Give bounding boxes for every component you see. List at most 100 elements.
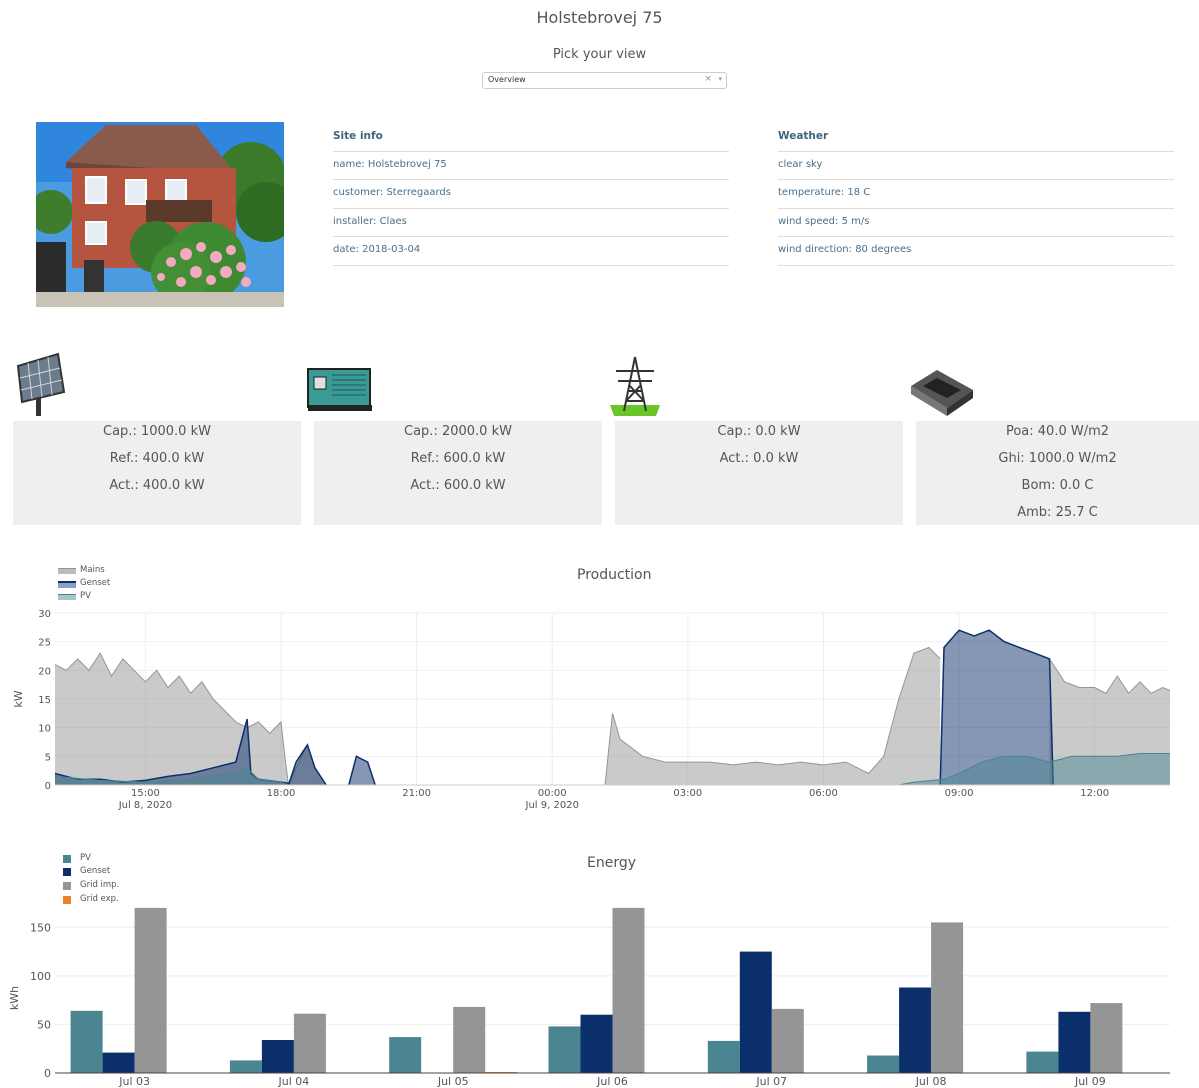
generator-icon bbox=[307, 368, 372, 411]
asset-value: Cap.: 1000.0 kW bbox=[103, 424, 211, 439]
bar-pv bbox=[707, 1040, 740, 1073]
area-genset bbox=[288, 744, 327, 785]
y-tick-label: 150 bbox=[30, 921, 51, 934]
solar-panel-icon bbox=[16, 352, 66, 416]
asset-value: Cap.: 0.0 kW bbox=[717, 424, 801, 439]
legend-swatch-pv bbox=[63, 855, 71, 863]
x-tick-label: Jul 07 bbox=[755, 1075, 787, 1088]
clear-icon[interactable]: × bbox=[704, 74, 712, 84]
bar-pv bbox=[229, 1060, 262, 1073]
legend-label-mains[interactable]: Mains bbox=[80, 565, 105, 575]
weather-table: Weather clear sky temperature: 18 C wind… bbox=[778, 123, 1174, 266]
asset-value: Ref.: 600.0 kW bbox=[410, 451, 506, 466]
x-tick-label: 03:00 bbox=[673, 788, 702, 799]
bar-genset bbox=[899, 987, 932, 1073]
asset-value: Cap.: 2000.0 kW bbox=[404, 424, 512, 439]
bar-grid-imp bbox=[1090, 1003, 1123, 1073]
legend-swatch-genset bbox=[63, 868, 71, 876]
view-picker-label: Pick your view bbox=[552, 47, 647, 62]
x-tick-label: Jul 04 bbox=[278, 1075, 310, 1088]
y-tick-label: 20 bbox=[38, 666, 51, 677]
page-title: Holstebrovej 75 bbox=[536, 8, 663, 27]
y-tick-label: 0 bbox=[45, 781, 51, 792]
y-axis-label: kWh bbox=[8, 986, 21, 1010]
production-chart-title: Production bbox=[577, 567, 652, 583]
energy-chart[interactable]: 0 50 100 150 kWh Jul 03 Jul 04 Jul 05 Jul 06 Jul … bbox=[0, 900, 1199, 1088]
x-tick-label: Jul 09 bbox=[1074, 1075, 1106, 1088]
bar-grid-imp bbox=[293, 1013, 326, 1073]
x-tick-label: 15:00 bbox=[131, 788, 160, 799]
weather-row: wind direction: 80 degrees bbox=[778, 237, 1174, 266]
weather-row: clear sky bbox=[778, 152, 1174, 180]
x-tick-label: 00:00 bbox=[538, 788, 567, 799]
asset-value: Act.: 400.0 kW bbox=[109, 478, 205, 493]
asset-value: Ref.: 400.0 kW bbox=[109, 451, 205, 466]
bar-genset bbox=[102, 1052, 135, 1073]
y-tick-label: 15 bbox=[38, 695, 51, 706]
weather-row: wind speed: 5 m/s bbox=[778, 209, 1174, 237]
bar-pv bbox=[70, 1010, 103, 1073]
legend-swatch-grid-imp bbox=[63, 882, 71, 890]
x-tick-label: 06:00 bbox=[809, 788, 838, 799]
x-tick-label: Jul 03 bbox=[118, 1075, 150, 1088]
bar-grid-imp bbox=[453, 1006, 486, 1073]
weather-row: temperature: 18 C bbox=[778, 180, 1174, 209]
production-chart[interactable]: 0 5 10 15 20 25 30 15:00Jul 8, 2020 18:00 21:00 00… bbox=[0, 600, 1199, 815]
bar-genset bbox=[739, 951, 772, 1073]
asset-value: Poa: 40.0 W/m2 bbox=[1005, 424, 1110, 439]
asset-card-pv: Cap.: 1000.0 kW Ref.: 400.0 kW Act.: 400… bbox=[13, 421, 301, 525]
legend-label-pv[interactable]: PV bbox=[80, 853, 91, 863]
x-tick-label: Jul 08 bbox=[915, 1075, 947, 1088]
legend-label-genset[interactable]: Genset bbox=[80, 578, 110, 588]
asset-value: Act.: 600.0 kW bbox=[410, 478, 506, 493]
y-tick-label: 100 bbox=[30, 970, 51, 983]
weather-heading: Weather bbox=[778, 123, 1174, 152]
bar-genset bbox=[580, 1014, 613, 1073]
y-tick-label: 30 bbox=[38, 609, 51, 620]
y-axis-label: kW bbox=[12, 690, 25, 707]
y-tick-label: 5 bbox=[45, 752, 51, 763]
area-mains bbox=[55, 653, 289, 785]
bar-pv bbox=[867, 1055, 900, 1073]
y-tick-label: 10 bbox=[38, 724, 51, 735]
site-info-heading: Site info bbox=[333, 123, 729, 152]
bar-genset bbox=[1058, 1011, 1091, 1073]
bar-grid-imp bbox=[771, 1008, 804, 1073]
asset-value: Bom: 0.0 C bbox=[1021, 478, 1094, 493]
x-tick-sublabel: Jul 9, 2020 bbox=[525, 800, 579, 811]
legend-swatch-genset bbox=[58, 581, 76, 588]
y-tick-label: 25 bbox=[38, 638, 51, 649]
x-tick-label: Jul 05 bbox=[437, 1075, 469, 1088]
y-tick-label: 0 bbox=[44, 1067, 51, 1080]
y-tick-label: 50 bbox=[37, 1018, 51, 1031]
energy-chart-title: Energy bbox=[587, 855, 637, 871]
bar-pv bbox=[389, 1037, 422, 1073]
asset-value: Ghi: 1000.0 W/m2 bbox=[998, 451, 1117, 466]
site-photo bbox=[36, 122, 284, 307]
x-tick-label: 21:00 bbox=[402, 788, 431, 799]
site-info-row: name: Holstebrovej 75 bbox=[333, 152, 729, 180]
x-tick-label: 09:00 bbox=[945, 788, 974, 799]
asset-value: Amb: 25.7 C bbox=[1017, 505, 1098, 520]
bar-genset bbox=[261, 1040, 294, 1073]
asset-card-grid: Cap.: 0.0 kW Act.: 0.0 kW bbox=[615, 421, 903, 525]
x-tick-label: Jul 06 bbox=[596, 1075, 628, 1088]
site-info-row: customer: Sterregaards bbox=[333, 180, 729, 209]
view-select-dropdown[interactable]: Overview × ▾ bbox=[482, 72, 727, 89]
asset-value: Act.: 0.0 kW bbox=[719, 451, 799, 466]
x-tick-label: 18:00 bbox=[267, 788, 296, 799]
legend-swatch-mains bbox=[58, 568, 76, 574]
bar-pv bbox=[1026, 1051, 1059, 1073]
legend-label-genset[interactable]: Genset bbox=[80, 866, 110, 876]
view-select-value: Overview bbox=[488, 75, 526, 84]
site-info-table: Site info name: Holstebrovej 75 customer… bbox=[333, 123, 729, 266]
legend-label-grid-imp[interactable]: Grid imp. bbox=[80, 880, 119, 890]
asset-card-sensor: Poa: 40.0 W/m2 Ghi: 1000.0 W/m2 Bom: 0.0… bbox=[916, 421, 1199, 525]
bar-grid-imp bbox=[612, 907, 645, 1073]
site-info-row: installer: Claes bbox=[333, 209, 729, 237]
chevron-down-icon[interactable]: ▾ bbox=[718, 75, 722, 83]
site-info-row: date: 2018-03-04 bbox=[333, 237, 729, 266]
power-pylon-icon bbox=[610, 356, 660, 416]
bar-pv bbox=[548, 1026, 581, 1073]
sensor-device-icon bbox=[911, 370, 973, 416]
